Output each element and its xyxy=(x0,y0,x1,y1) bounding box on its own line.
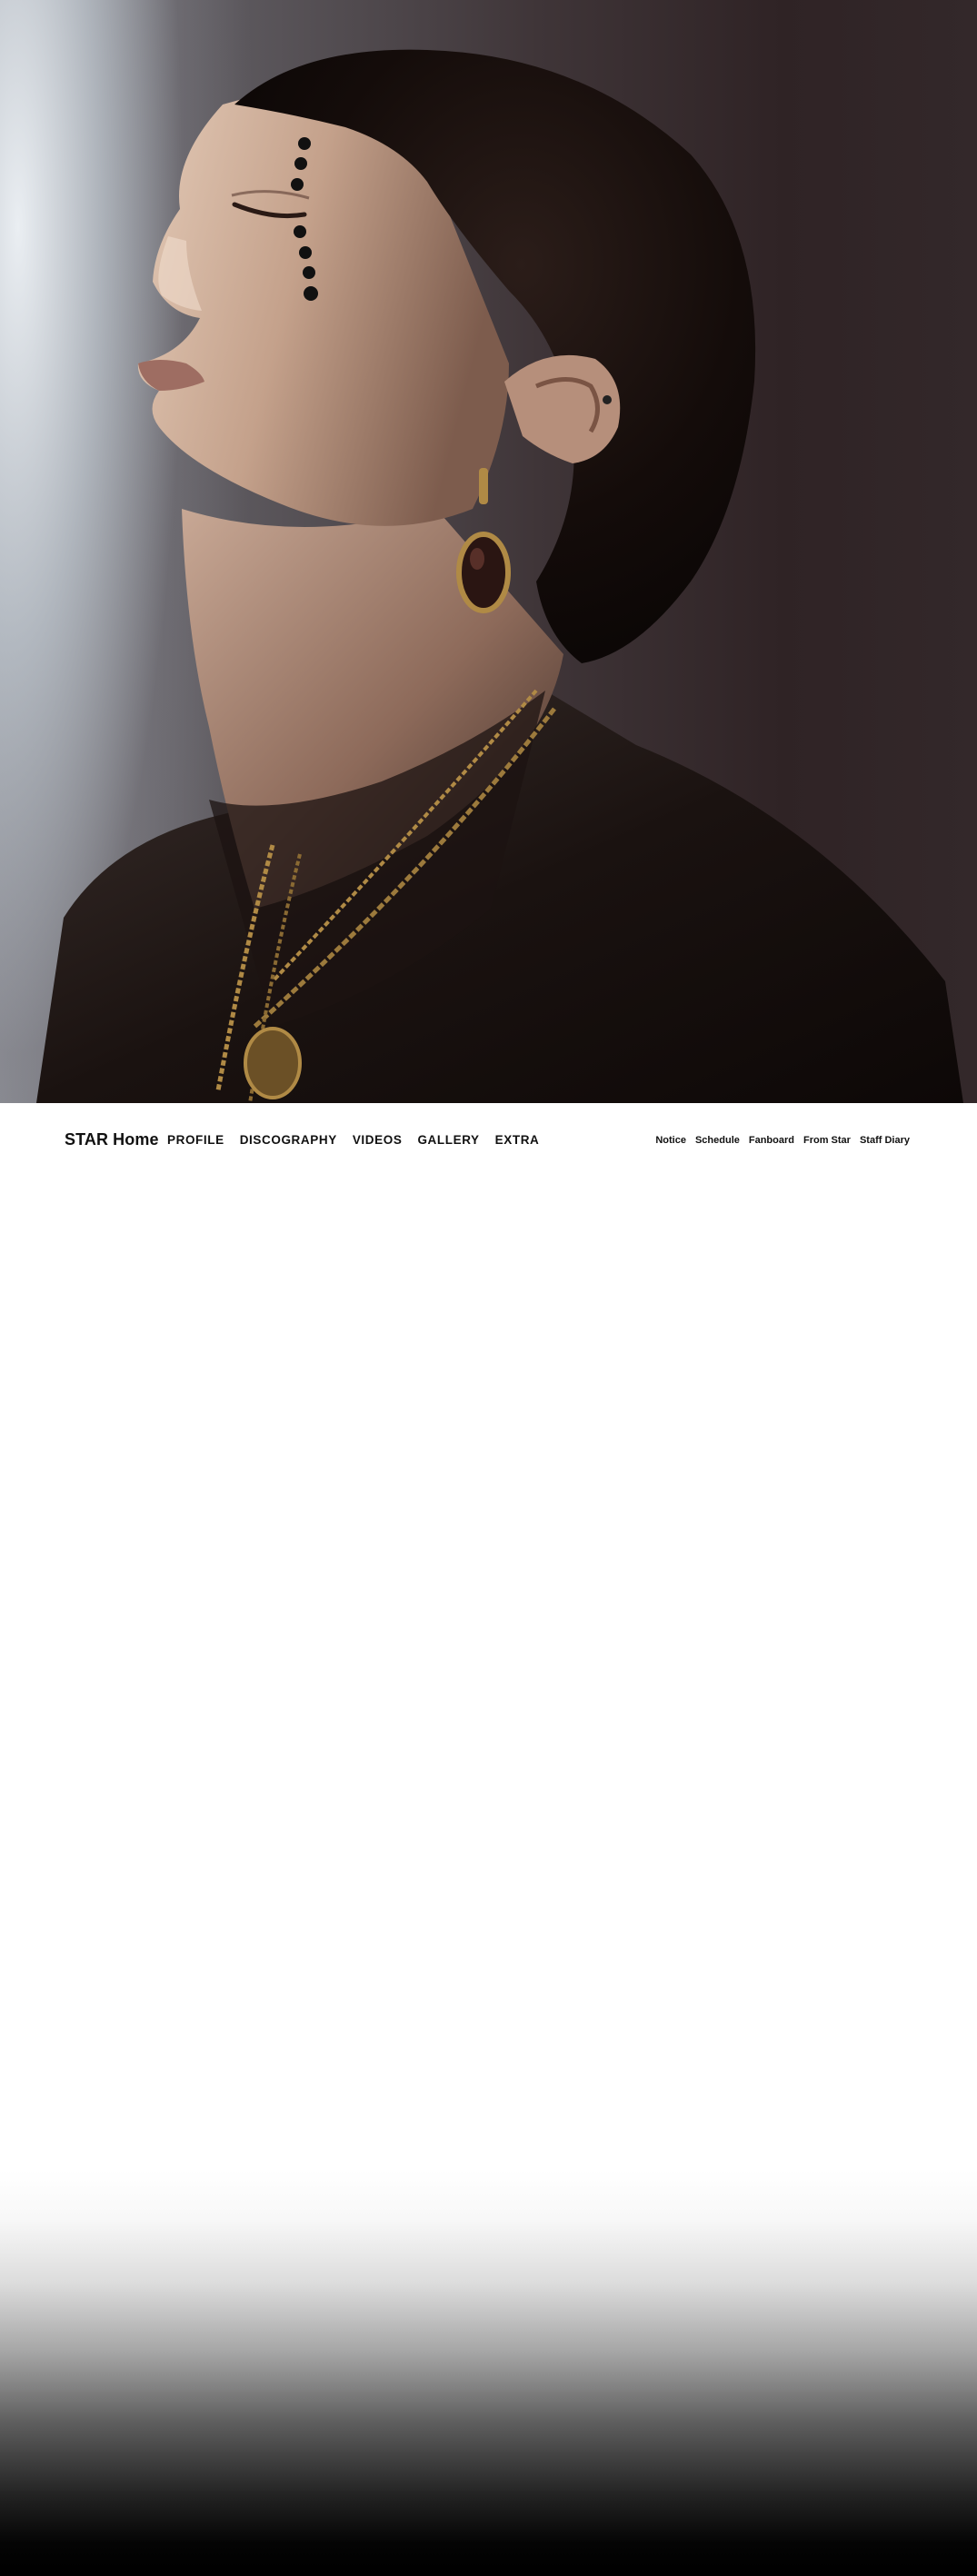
nav-item-schedule[interactable]: Schedule xyxy=(695,1135,740,1146)
nav-item-gallery[interactable]: GALLERY xyxy=(417,1133,479,1147)
nav-item-staff-diary[interactable]: Staff Diary xyxy=(860,1135,910,1146)
portrait-illustration xyxy=(36,49,963,1103)
nav-item-notice[interactable]: Notice xyxy=(655,1135,686,1146)
nav-item-discography[interactable]: DISCOGRAPHY xyxy=(240,1133,337,1147)
page: STAR Home PROFILE DISCOGRAPHY VIDEOS GAL… xyxy=(0,0,977,2576)
nav-item-videos[interactable]: VIDEOS xyxy=(353,1133,403,1147)
bottom-gradient-fade xyxy=(0,2170,977,2576)
main-menu: PROFILE DISCOGRAPHY VIDEOS GALLERY EXTRA xyxy=(167,1133,554,1147)
nav-item-from-star[interactable]: From Star xyxy=(803,1135,851,1146)
nav-item-profile[interactable]: PROFILE xyxy=(167,1133,224,1147)
top-navigation: STAR Home PROFILE DISCOGRAPHY VIDEOS GAL… xyxy=(0,1103,977,1179)
hero-photo xyxy=(0,0,977,1103)
content-area xyxy=(0,1179,977,2170)
nav-item-extra[interactable]: EXTRA xyxy=(495,1133,540,1147)
brand-link[interactable]: STAR Home xyxy=(65,1130,159,1149)
sub-menu: Notice Schedule Fanboard From Star Staff… xyxy=(646,1135,910,1146)
nav-item-fanboard[interactable]: Fanboard xyxy=(749,1135,794,1146)
